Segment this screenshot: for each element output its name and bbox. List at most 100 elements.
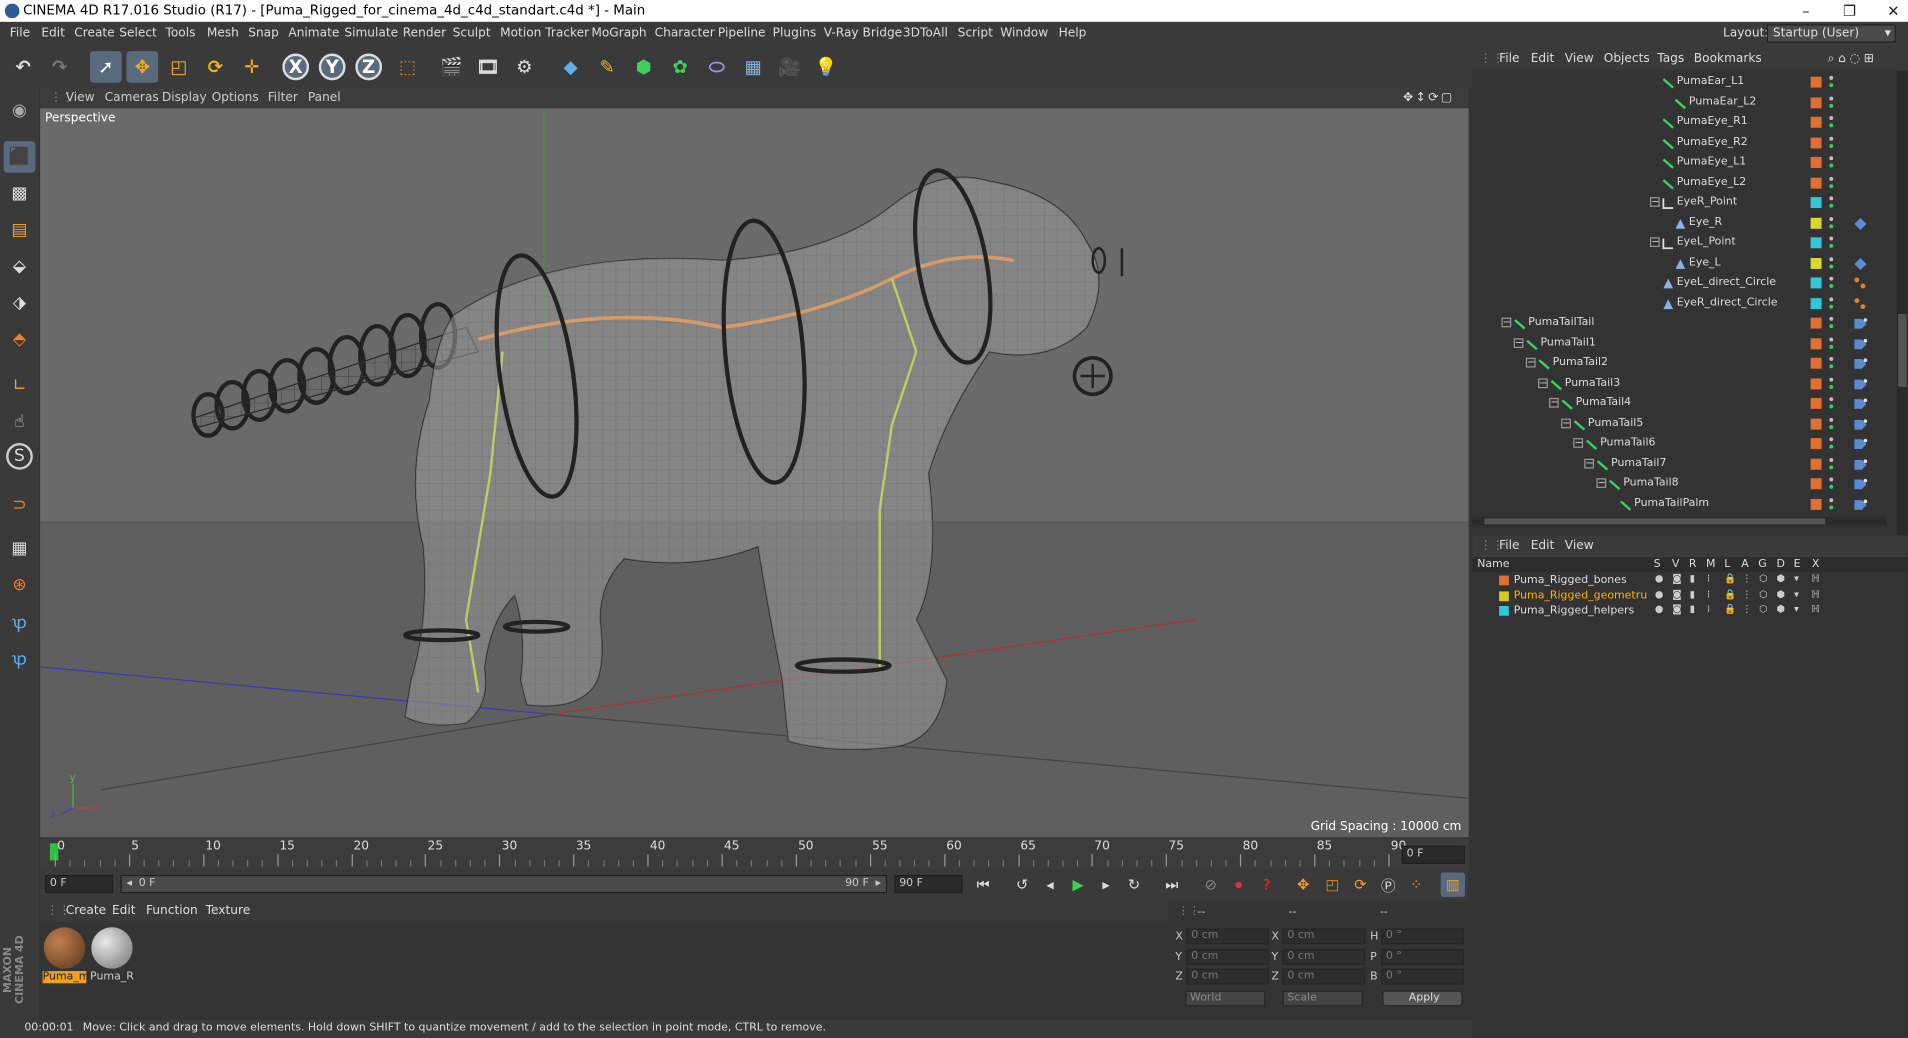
texture-mode-icon[interactable]: ▩ [4, 178, 36, 210]
layer-color-swatch[interactable] [1810, 76, 1822, 88]
layer-deformers-icon[interactable]: ⬢ [1777, 573, 1785, 584]
layer-locked-icon[interactable]: 🔒 [1724, 588, 1736, 599]
tag-icon[interactable] [1852, 215, 1869, 232]
perspective-viewport[interactable]: y x z Perspective Grid Spacing : 10000 c… [40, 108, 1469, 838]
tag-icon[interactable] [1852, 355, 1869, 372]
tag-icon[interactable] [1852, 94, 1869, 111]
object-row[interactable]: PumaTail5 − [1472, 414, 1895, 433]
layer-row[interactable]: Puma_Rigged_helpers ● ◙ ▮ ⁞ 🔒 ⋮ ⬡ ⬢ ▾ ℍ [1472, 604, 1908, 619]
layer-locked-icon[interactable]: 🔒 [1724, 604, 1736, 615]
viewport-menu-view[interactable]: View [66, 91, 95, 104]
layer-animation-icon[interactable]: ⋮ [1742, 573, 1752, 584]
layer-visible-editor-icon[interactable]: ◙ [1672, 573, 1681, 584]
layout-dropdown[interactable]: Startup (User) ▾ [1766, 24, 1896, 43]
timeline-window-icon[interactable]: ▥ [1440, 872, 1466, 897]
timeline-track[interactable]: 0 5 10 15 20 25 30 35 40 45 50 55 60 65 70 75 80 85 90 [49, 838, 1406, 868]
layer-color-swatch[interactable] [1810, 397, 1822, 409]
collapse-toggle-icon[interactable]: − [1513, 337, 1524, 348]
object-row[interactable]: PumaEar_L1 [1472, 73, 1895, 92]
deformer-icon[interactable]: ⬭ [701, 51, 733, 83]
move-tool-icon[interactable]: ✥ [126, 51, 159, 83]
tag-icon[interactable] [1852, 456, 1869, 473]
layer-manager-icon[interactable]: ⁞ [1707, 573, 1710, 584]
collapse-toggle-icon[interactable]: − [1573, 437, 1584, 448]
tag-icon[interactable] [1852, 375, 1869, 392]
visibility-dots-icon[interactable] [1829, 335, 1834, 350]
layer-color-swatch[interactable] [1810, 317, 1822, 329]
key-rotate-icon[interactable]: ⟳ [1348, 873, 1372, 897]
object-menu-file[interactable]: File [1499, 52, 1519, 65]
object-row[interactable]: PumaTail4 − [1472, 394, 1895, 413]
end-frame-field[interactable]: 90 F [894, 874, 963, 894]
search-icon[interactable]: ⌕⌂◌⊞ [1828, 52, 1878, 65]
x-axis-lock-icon[interactable]: X [282, 53, 310, 81]
object-row[interactable]: Eye_L [1472, 254, 1895, 273]
y-axis-lock-icon[interactable]: Y [318, 53, 346, 81]
planar-workplane-icon[interactable]: ⊛ [4, 570, 36, 602]
layer-color-swatch[interactable] [1810, 177, 1822, 189]
array-icon[interactable]: ✿ [664, 51, 696, 83]
object-scrollbar-thumb[interactable] [1898, 313, 1907, 387]
material-swatch-puma-m[interactable]: Puma_m [42, 927, 89, 984]
object-hscrollbar[interactable] [1472, 517, 1887, 526]
layer-manager-icon[interactable]: ⁞ [1707, 588, 1710, 599]
menu-render[interactable]: Render [403, 27, 446, 40]
visibility-dots-icon[interactable] [1829, 496, 1834, 511]
collapse-toggle-icon[interactable]: − [1561, 417, 1571, 428]
points-mode-icon[interactable]: ⬙ [4, 251, 36, 283]
visibility-dots-icon[interactable] [1829, 235, 1834, 250]
key-pla-icon[interactable]: ⁘ [1404, 873, 1428, 897]
tag-icon[interactable] [1852, 275, 1869, 292]
tag-icon[interactable] [1852, 315, 1869, 332]
layer-color-swatch[interactable] [1810, 297, 1822, 309]
object-row[interactable]: PumaTail2 − [1472, 354, 1895, 373]
position-z-field[interactable]: 0 cm [1186, 968, 1270, 985]
layer-animation-icon[interactable]: ⋮ [1742, 604, 1752, 615]
snap-magnet-icon[interactable]: ⊃ [4, 489, 36, 521]
visibility-dots-icon[interactable] [1829, 476, 1834, 491]
layer-color-swatch[interactable] [1810, 337, 1822, 349]
layer-xrefs-icon[interactable]: ℍ [1811, 604, 1819, 615]
layer-color-swatch[interactable] [1810, 438, 1822, 450]
collapse-toggle-icon[interactable]: − [1525, 357, 1536, 368]
timeline-ruler[interactable]: 0 5 10 15 20 25 30 35 40 45 50 55 60 65 70 75 80 85 90 0 F [40, 838, 1469, 869]
object-scrollbar[interactable] [1896, 70, 1908, 536]
object-menu-tags[interactable]: Tags [1657, 52, 1684, 65]
layer-deformers-icon[interactable]: ⬢ [1777, 604, 1785, 615]
layer-generators-icon[interactable]: ⬡ [1759, 588, 1767, 599]
menu-animate[interactable]: Animate [288, 27, 339, 40]
layer-expressions-icon[interactable]: ▾ [1794, 604, 1799, 615]
menu-simulate[interactable]: Simulate [344, 27, 398, 40]
cube-primitive-icon[interactable]: ◆ [555, 51, 587, 83]
object-row[interactable]: EyeR_Point − [1472, 193, 1895, 212]
solo-mode-icon[interactable]: S [6, 442, 33, 470]
play-icon[interactable]: ▶ [1066, 873, 1090, 897]
next-frame-icon[interactable]: ▸ [1094, 873, 1118, 897]
layer-color-swatch[interactable] [1810, 197, 1822, 209]
edges-mode-icon[interactable]: ⬗ [4, 287, 36, 319]
layer-color-swatch[interactable] [1810, 458, 1822, 470]
go-to-start-icon[interactable]: ⏮ [971, 873, 995, 897]
key-scale-icon[interactable]: ◰ [1320, 873, 1344, 897]
collapse-toggle-icon[interactable]: − [1501, 317, 1512, 328]
layer-color-swatch[interactable] [1810, 96, 1822, 108]
python-console-icon[interactable]: ꝕ [4, 643, 36, 675]
tag-icon[interactable] [1852, 175, 1869, 192]
rotation-p-field[interactable]: 0 ° [1381, 949, 1464, 966]
viewport-menu-display[interactable]: Display [162, 91, 207, 104]
record-icon[interactable]: ⏺ [1227, 873, 1251, 897]
layer-color-swatch[interactable] [1810, 237, 1822, 249]
layer-solo-icon[interactable]: ● [1655, 588, 1663, 599]
viewport-menu-panel[interactable]: Panel [308, 91, 341, 104]
render-picture-viewer-icon[interactable]: 🎞 [472, 51, 504, 83]
layer-col-v[interactable]: V [1672, 559, 1680, 571]
tag-icon[interactable] [1852, 195, 1869, 212]
object-menu-edit[interactable]: Edit [1531, 52, 1555, 65]
menu-character[interactable]: Character [655, 27, 715, 40]
lock-workplane-icon[interactable]: ▦ [4, 533, 36, 565]
tag-icon[interactable] [1852, 335, 1869, 352]
tweak-mode-icon[interactable]: ☝ [4, 406, 36, 438]
menu-create[interactable]: Create [74, 27, 114, 40]
viewport-nav-icons[interactable]: ✥↕⟳▢ [1403, 91, 1455, 104]
tag-icon[interactable] [1852, 395, 1869, 412]
